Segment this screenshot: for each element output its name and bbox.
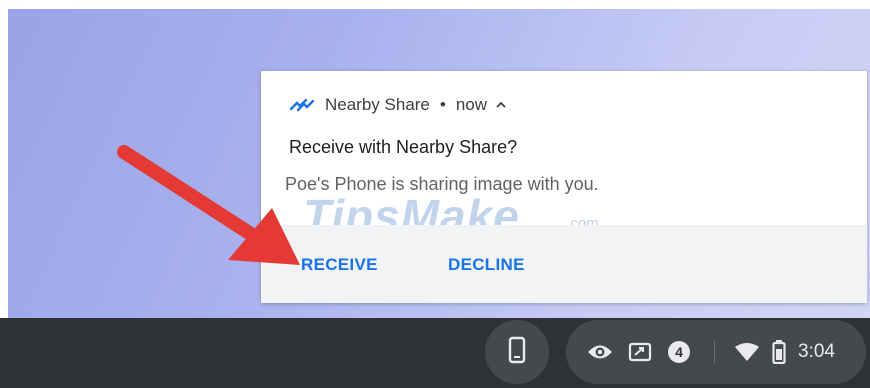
clock[interactable]: 3:04 <box>798 320 835 384</box>
phone-hub-button[interactable] <box>485 320 549 384</box>
notification-count-badge[interactable]: 4 <box>668 320 690 384</box>
notification-actions: RECEIVE DECLINE <box>261 225 867 303</box>
screenshot-border-top <box>0 0 870 9</box>
notification-count: 4 <box>668 341 690 363</box>
status-tray[interactable]: 4 3:04 <box>566 320 866 384</box>
notification-header: Nearby Share • now <box>289 94 507 116</box>
notification-card[interactable]: Nearby Share • now Receive with Nearby S… <box>261 71 867 303</box>
receive-button[interactable]: RECEIVE <box>301 255 378 275</box>
app-name: Nearby Share <box>325 95 430 114</box>
tray-divider <box>714 340 715 364</box>
screen-share-icon[interactable] <box>628 320 652 384</box>
phone-icon <box>508 336 526 369</box>
red-arrow-annotation <box>117 145 300 265</box>
chevron-up-icon[interactable] <box>495 98 507 113</box>
wifi-icon <box>734 320 760 384</box>
header-separator: • <box>439 95 446 114</box>
decline-button[interactable]: DECLINE <box>448 255 525 275</box>
notification-title: Receive with Nearby Share? <box>289 137 518 157</box>
nearby-share-icon <box>289 97 315 113</box>
battery-icon <box>772 320 786 384</box>
notification-time: now <box>455 95 488 114</box>
eye-icon[interactable] <box>586 320 614 384</box>
